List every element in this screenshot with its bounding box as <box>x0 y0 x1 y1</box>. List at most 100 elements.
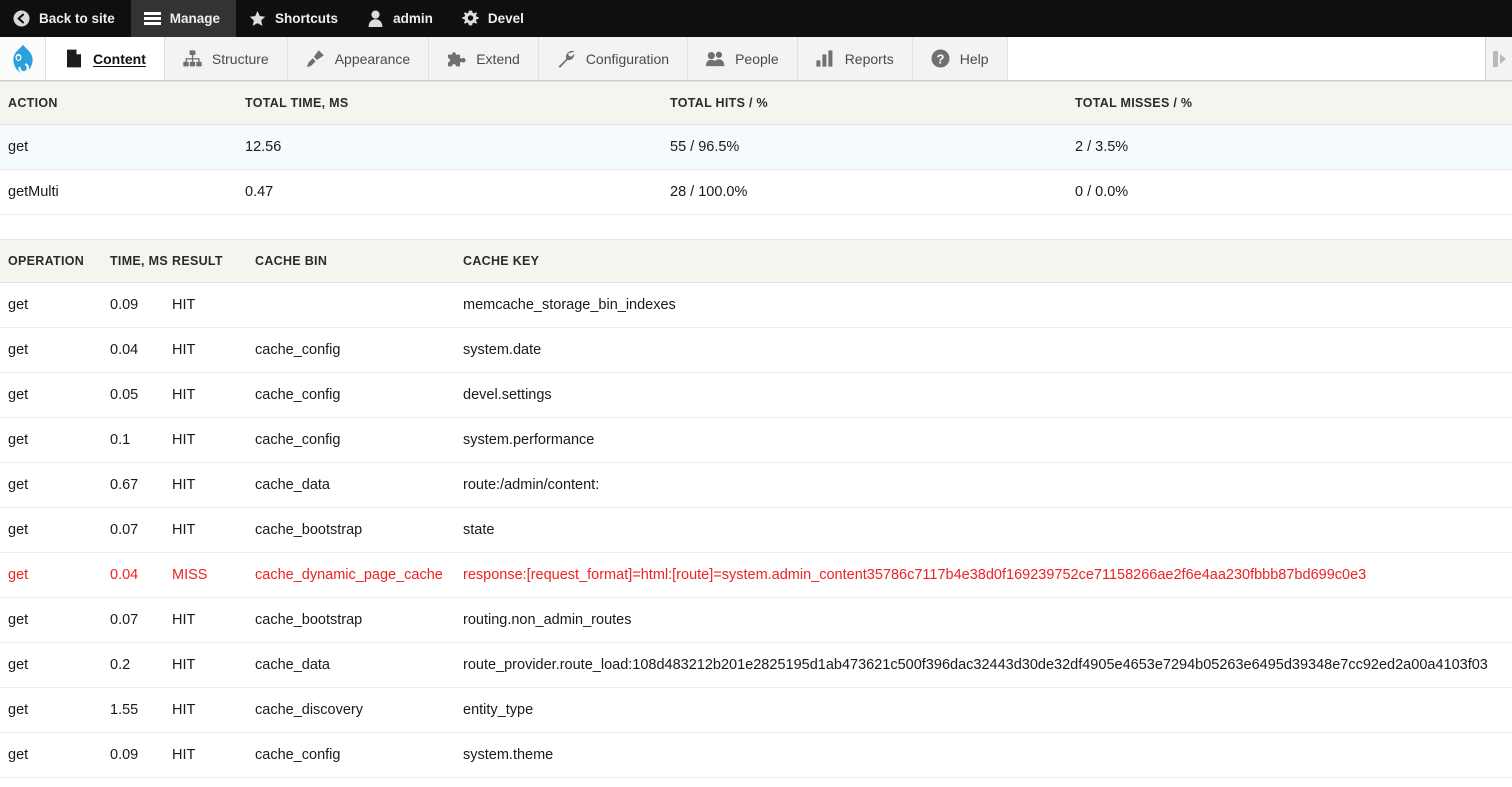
drupal-droplet-logo[interactable] <box>0 37 45 80</box>
document-icon <box>64 49 83 68</box>
summary-col-total-time[interactable]: Total time, ms <box>245 81 670 125</box>
sub-tab-structure[interactable]: Structure <box>163 37 287 80</box>
detail-cell-operation: get <box>0 327 110 373</box>
detail-cell-operation: get <box>0 732 110 778</box>
detail-cell-result: HIT <box>172 732 255 778</box>
detail-cell-cache-key: system.date <box>463 327 1512 373</box>
sub-tab-label: Reports <box>844 50 894 67</box>
detail-cell-cache-key: system.performance <box>463 417 1512 463</box>
puzzle-piece-icon <box>447 49 466 68</box>
detail-cell-cache-bin: cache_data <box>255 642 463 688</box>
summary-cell-total-time: 12.56 <box>245 124 670 170</box>
sub-tab-label: Structure <box>211 50 269 67</box>
detail-cell-cache-key: route_provider.route_load:108d483212b201… <box>463 642 1512 688</box>
sub-tab-help[interactable]: ? Help <box>911 37 1007 80</box>
detail-row: get 1.55 HIT cache_discovery entity_type <box>0 687 1512 733</box>
wrench-icon <box>557 49 576 68</box>
detail-cell-result: HIT <box>172 327 255 373</box>
detail-cell-result: HIT <box>172 462 255 508</box>
admin-tab-shortcuts[interactable]: Shortcuts <box>236 0 354 37</box>
detail-row: get0.15HITcache_bootstrapsystem_list <box>0 777 1512 787</box>
detail-cell-operation: get <box>0 372 110 418</box>
detail-cell-result: HIT <box>172 372 255 418</box>
table-separator <box>0 215 1512 239</box>
toolbar-spacer <box>1006 37 1485 80</box>
detail-cell-time: 0.07 <box>110 507 172 553</box>
detail-row: get 0.67 HIT cache_data route:/admin/content… <box>0 462 1512 508</box>
detail-row: get 0.07 HIT cache_bootstrap routing.non_adm… <box>0 597 1512 643</box>
sub-tab-reports[interactable]: Reports <box>796 37 912 80</box>
detail-cell-cache-key: entity_type <box>463 687 1512 733</box>
detail-table-head: Operation Time, ms Result Cache bin Cach… <box>0 239 1512 283</box>
detail-cell-cache-bin: cache_bootstrap <box>255 597 463 643</box>
admin-tab-admin-account[interactable]: admin <box>354 0 449 37</box>
detail-cell-cache-bin: cache_bootstrap <box>255 777 463 787</box>
admin-tab-label: admin <box>393 11 433 26</box>
sub-tab-appearance[interactable]: Appearance <box>286 37 429 80</box>
summary-cell-action: getMulti <box>0 169 245 215</box>
detail-cell-result: HIT <box>172 282 255 328</box>
question-mark-icon: ? <box>931 49 950 68</box>
detail-cell-time: 0.1 <box>110 417 172 463</box>
detail-cell-cache-bin: cache_bootstrap <box>255 507 463 553</box>
sub-tab-label: Extend <box>476 50 520 67</box>
sub-tab-configuration[interactable]: Configuration <box>537 37 688 80</box>
detail-row-miss: get 0.04 MISS cache_dynamic_page_cache respo… <box>0 552 1512 598</box>
detail-cell-operation: get <box>0 642 110 688</box>
hamburger-icon <box>143 10 161 27</box>
orientation-toggle-icon[interactable] <box>1485 37 1512 80</box>
detail-cell-cache-bin <box>255 282 463 328</box>
summary-col-total-hits[interactable]: Total hits / % <box>670 81 1075 125</box>
detail-cell-result: HIT <box>172 597 255 643</box>
detail-row: get 0.09 HIT memcache_storage_bin_indexes <box>0 282 1512 328</box>
summary-row: getMulti 0.47 28 / 100.0% 0 / 0.0% <box>0 169 1512 215</box>
detail-cell-cache-bin: cache_config <box>255 732 463 778</box>
detail-cell-operation: get <box>0 777 110 787</box>
detail-cell-cache-key: route:/admin/content: <box>463 462 1512 508</box>
detail-cell-time: 0.15 <box>110 777 172 787</box>
sub-tab-content[interactable]: Content <box>45 37 164 80</box>
summary-cell-total-hits: 28 / 100.0% <box>670 169 1075 215</box>
detail-col-time[interactable]: Time, ms <box>110 239 172 283</box>
detail-cell-result: HIT <box>172 642 255 688</box>
summary-col-action[interactable]: Action <box>0 81 245 125</box>
memcache-statistics-page: Action Total time, ms Total hits / % Tot… <box>0 81 1512 787</box>
detail-cell-time: 0.09 <box>110 732 172 778</box>
detail-cell-time: 1.55 <box>110 687 172 733</box>
detail-cell-time: 0.09 <box>110 282 172 328</box>
summary-cell-total-misses: 0 / 0.0% <box>1075 169 1512 215</box>
detail-col-cache-bin[interactable]: Cache bin <box>255 239 463 283</box>
detail-col-result[interactable]: Result <box>172 239 255 283</box>
detail-cell-result: HIT <box>172 507 255 553</box>
detail-cell-result: MISS <box>172 552 255 598</box>
detail-cell-cache-bin: cache_config <box>255 372 463 418</box>
detail-cell-time: 0.07 <box>110 597 172 643</box>
detail-cell-cache-bin: cache_config <box>255 327 463 373</box>
sub-tab-label: Configuration <box>585 50 670 67</box>
summary-row: get 12.56 55 / 96.5% 2 / 3.5% <box>0 124 1512 170</box>
sub-tab-extend[interactable]: Extend <box>428 37 538 80</box>
admin-tab-back-to-site[interactable]: Back to site <box>0 0 131 37</box>
detail-cell-time: 0.05 <box>110 372 172 418</box>
admin-tab-devel[interactable]: Devel <box>449 0 540 37</box>
admin-tab-label: Devel <box>487 11 524 26</box>
admin-tab-label: Manage <box>169 11 221 26</box>
admin-tab-manage[interactable]: Manage <box>130 0 237 37</box>
toggle-arrow <box>1499 53 1506 64</box>
detail-cell-time: 0.67 <box>110 462 172 508</box>
detail-col-operation[interactable]: Operation <box>0 239 110 283</box>
detail-cell-time: 0.2 <box>110 642 172 688</box>
detail-cell-operation: get <box>0 507 110 553</box>
summary-cell-total-time: 0.47 <box>245 169 670 215</box>
star-icon <box>249 10 266 27</box>
sub-tab-label: Content <box>93 50 146 67</box>
detail-cell-cache-key: system_list <box>463 777 1512 787</box>
admin-tab-label: Shortcuts <box>275 11 339 26</box>
detail-cell-cache-bin: cache_discovery <box>255 687 463 733</box>
summary-col-total-misses[interactable]: Total misses / % <box>1075 81 1512 125</box>
sub-tab-label: Appearance <box>334 50 411 67</box>
detail-col-cache-key[interactable]: Cache key <box>463 239 1512 283</box>
summary-table-head: Action Total time, ms Total hits / % Tot… <box>0 81 1512 125</box>
detail-row: get 0.09 HIT cache_config system.theme <box>0 732 1512 778</box>
sub-tab-people[interactable]: People <box>687 37 797 80</box>
